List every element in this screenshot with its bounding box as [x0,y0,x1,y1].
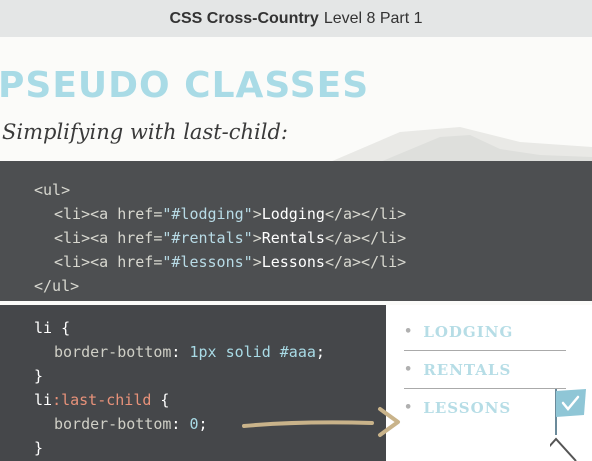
flag-icon [550,389,586,461]
code-line: } [34,367,44,385]
code-line: <li><a href="#lessons">Lessons</a></li> [54,253,407,271]
list-item: • RENTALS [404,351,566,389]
code-line: border-bottom: 1px solid #aaa; [54,343,325,361]
code-line: li { [34,319,71,337]
html-code-block: <ul> <li><a href="#lodging">Lodging</a><… [0,161,592,301]
slide-subtitle: Simplifying with last-child: [2,120,289,144]
code-line: border-bottom: 0; [54,415,208,433]
course-section: Level 8 Part 1 [323,9,423,27]
code-line: <ul> [34,181,71,199]
code-line: } [34,439,44,457]
code-line: </ul> [34,277,80,295]
lesson-header: CSS Cross-Country Level 8 Part 1 [0,0,592,37]
css-code-block: li { border-bottom: 1px solid #aaa; } li… [0,305,386,461]
slide-title: PSEUDO CLASSES [0,65,370,106]
course-title: CSS Cross-Country [169,9,319,27]
video-slide[interactable]: PSEUDO CLASSES Simplifying with last-chi… [0,37,592,461]
list-item: • LODGING [404,313,566,351]
list-item: • LESSONS [404,398,512,417]
code-line: <li><a href="#lodging">Lodging</a></li> [54,205,407,223]
code-line: li:last-child { [34,391,170,409]
code-line: <li><a href="#rentals">Rentals</a></li> [54,229,407,247]
